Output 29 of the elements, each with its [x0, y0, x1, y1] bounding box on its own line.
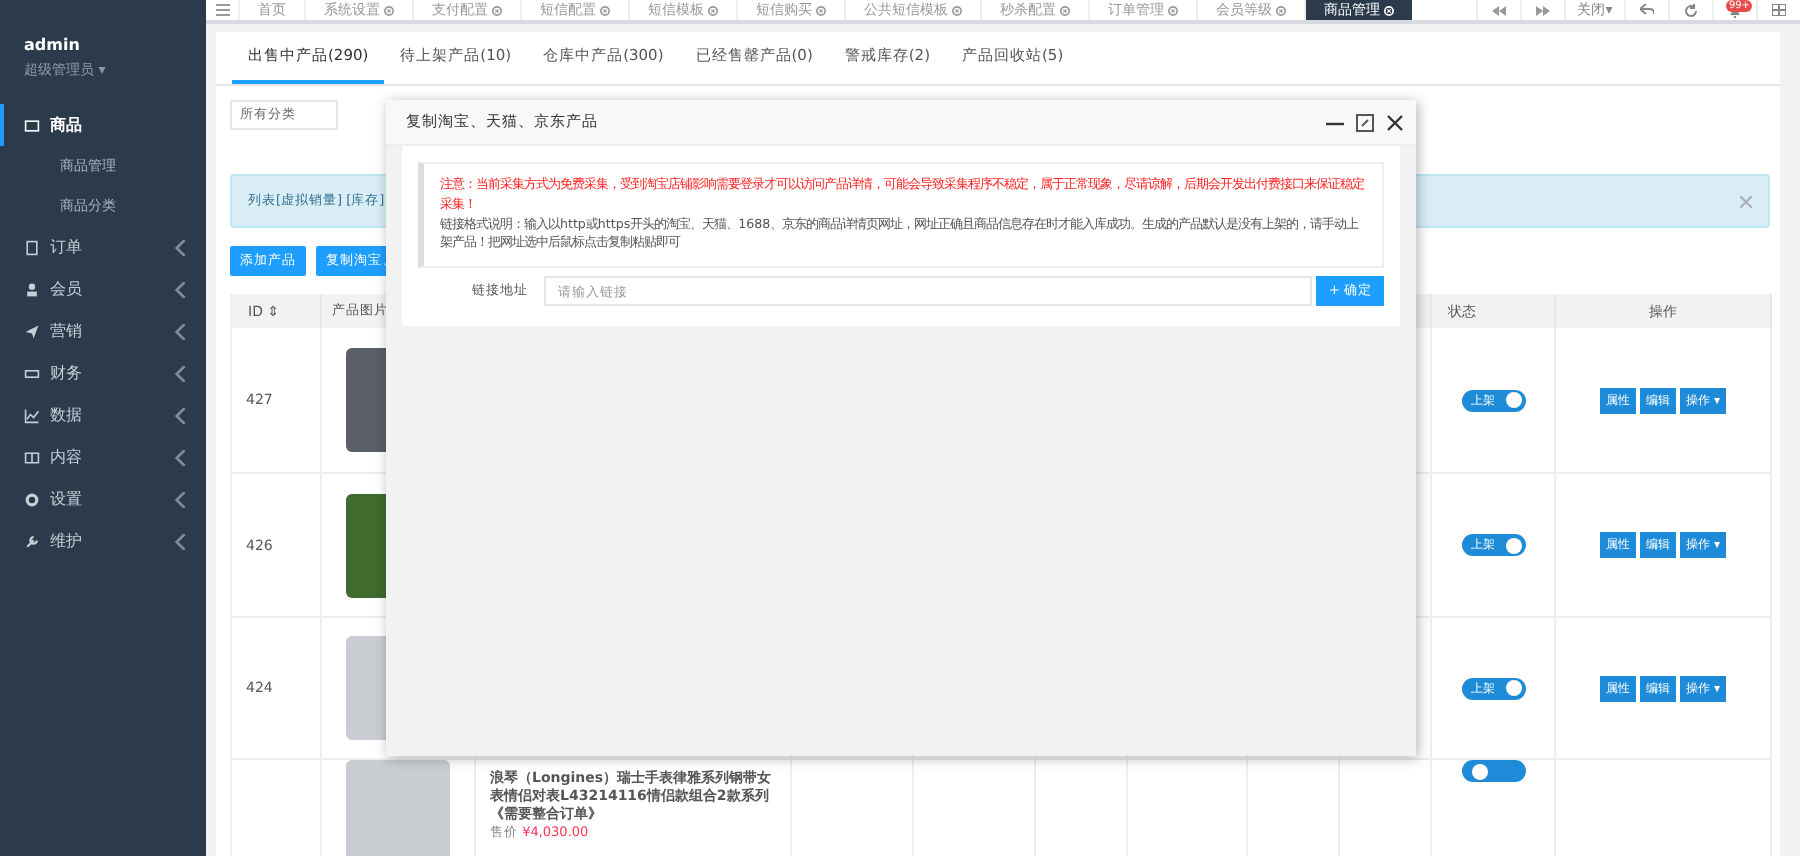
- sidebar-item[interactable]: 数据: [0, 394, 206, 436]
- sidebar-item[interactable]: 维护: [0, 520, 206, 562]
- double-right-icon: [1536, 5, 1550, 15]
- double-left-icon: [1492, 5, 1506, 15]
- wrench-icon: [24, 533, 40, 549]
- sidebar-item[interactable]: 内容: [0, 436, 206, 478]
- sidebar-item[interactable]: 商品: [0, 104, 206, 146]
- close-icon[interactable]: [1386, 113, 1404, 131]
- user-name: admin: [24, 36, 82, 54]
- chart-icon: [24, 407, 40, 423]
- settings-icon: [24, 491, 40, 507]
- document-icon: [24, 239, 40, 255]
- paper-plane-icon: [24, 323, 40, 339]
- banknote-icon: [24, 365, 40, 381]
- user-icon: [24, 281, 40, 297]
- menu-icon[interactable]: [215, 4, 229, 16]
- grid-icon: [1772, 4, 1786, 16]
- sidebar-item[interactable]: 会员: [0, 268, 206, 310]
- reply-icon: [1640, 4, 1654, 16]
- box-icon: [24, 117, 40, 133]
- sidebar-item[interactable]: 设置: [0, 478, 206, 520]
- sidebar-item[interactable]: 订单: [0, 226, 206, 268]
- book-icon: [24, 449, 40, 465]
- maximize-icon[interactable]: [1356, 113, 1374, 131]
- sidebar-item[interactable]: 营销: [0, 310, 206, 352]
- photo-placeholder: [346, 760, 450, 856]
- refresh-icon: [1684, 3, 1698, 17]
- sidebar-item[interactable]: 财务: [0, 352, 206, 394]
- status-toggle[interactable]: [1461, 760, 1525, 782]
